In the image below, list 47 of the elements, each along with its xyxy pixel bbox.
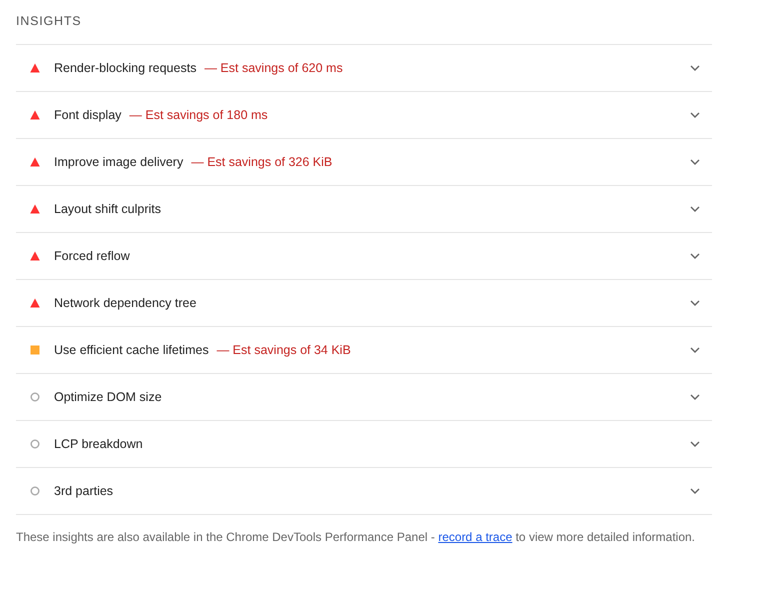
insight-title: 3rd parties — [54, 484, 114, 498]
triangle-icon — [30, 63, 40, 73]
insight-row[interactable]: Network dependency tree — [16, 280, 712, 327]
chevron-icon[interactable] — [690, 253, 700, 259]
insight-row[interactable]: Use efficient cache lifetimes — Est savings of 34 KiB — [16, 327, 712, 374]
chevron-icon[interactable] — [690, 159, 700, 165]
record-trace-link[interactable]: record a trace — [438, 530, 512, 544]
insight-row[interactable]: Render-blocking requests — Est savings of 620 ms — [16, 45, 712, 92]
insight-title: Network dependency tree — [54, 296, 196, 310]
chevron-icon[interactable] — [690, 65, 700, 71]
triangle-icon — [30, 204, 40, 214]
chevron-icon[interactable] — [690, 394, 700, 400]
chevron-icon[interactable] — [690, 488, 700, 494]
insight-title: Use efficient cache lifetimes — [54, 343, 209, 357]
insight-row[interactable]: Optimize DOM size — [16, 374, 712, 421]
insight-row[interactable]: 3rd parties — [16, 468, 712, 515]
footer-note: These insights are also available in the Chrome DevTools Performance Panel - record a trace to view more detailed information. — [16, 529, 696, 546]
triangle-icon — [30, 110, 40, 120]
circle-icon — [30, 486, 40, 496]
savings-text: — Est savings of 326 KiB — [191, 155, 332, 169]
savings-text: — Est savings of 34 KiB — [216, 343, 351, 357]
savings-text: — Est savings of 620 ms — [204, 61, 343, 75]
chevron-icon[interactable] — [690, 206, 700, 212]
triangle-icon — [30, 298, 40, 308]
chevron-icon[interactable] — [690, 112, 700, 118]
savings-text: — Est savings of 180 ms — [129, 108, 268, 122]
square-icon — [30, 345, 40, 355]
circle-icon — [30, 439, 40, 449]
chevron-icon[interactable] — [690, 300, 700, 306]
insight-title: Forced reflow — [54, 249, 130, 263]
insight-title: Render-blocking requests — [54, 61, 196, 75]
insight-title: LCP breakdown — [54, 437, 143, 451]
insight-title: Optimize DOM size — [54, 390, 162, 404]
insight-title: Layout shift culprits — [54, 202, 161, 216]
insight-row[interactable]: Layout shift culprits — [16, 186, 712, 233]
insight-row[interactable]: Font display — Est savings of 180 ms — [16, 92, 712, 139]
insight-row[interactable]: LCP breakdown — [16, 421, 712, 468]
triangle-icon — [30, 251, 40, 261]
circle-icon — [30, 392, 40, 402]
insight-row[interactable]: Forced reflow — [16, 233, 712, 280]
chevron-icon[interactable] — [690, 441, 700, 447]
insight-title: Font display — [54, 108, 122, 122]
insight-title: Improve image delivery — [54, 155, 184, 169]
chevron-icon[interactable] — [690, 347, 700, 353]
triangle-icon — [30, 157, 40, 167]
insight-row[interactable]: Improve image delivery — Est savings of 326 KiB — [16, 139, 712, 186]
section-heading: INSIGHTS — [16, 14, 82, 30]
